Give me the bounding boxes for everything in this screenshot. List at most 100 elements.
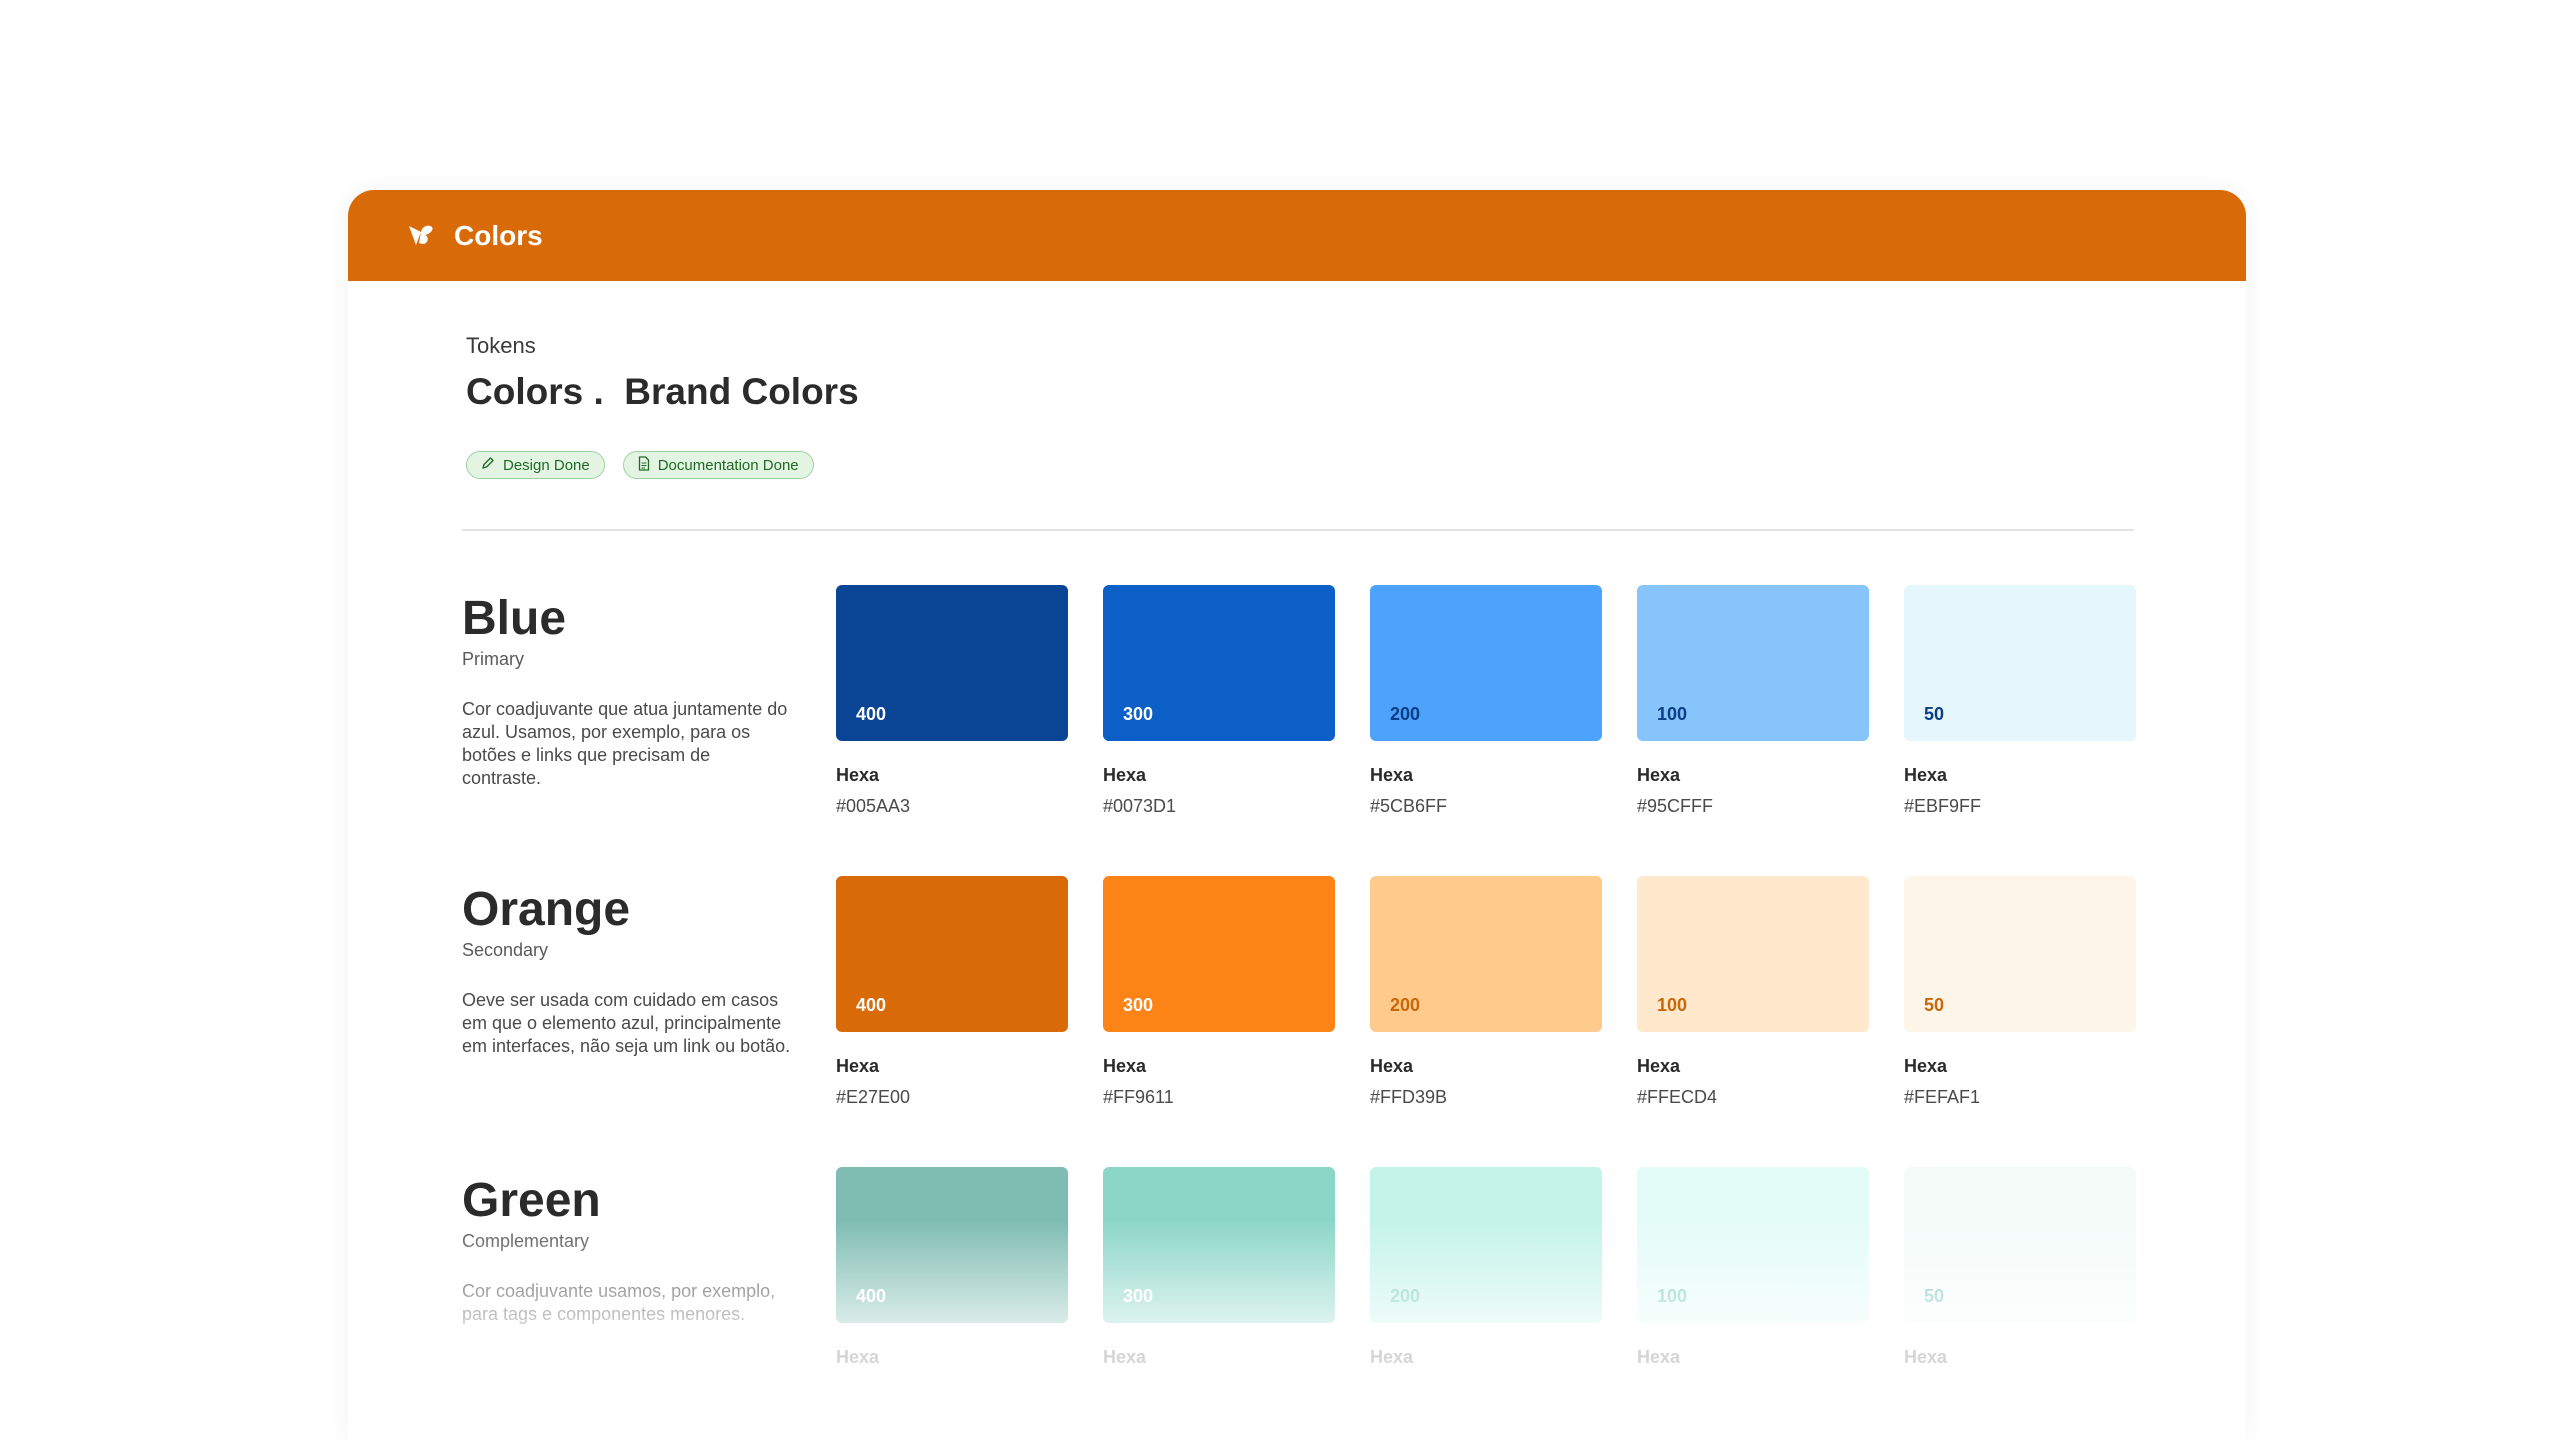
hexa-label: Hexa — [1637, 1347, 1681, 1367]
color-chip[interactable]: 100 — [1637, 876, 1869, 1032]
shade-label: 400 — [856, 704, 887, 724]
color-group-role: Complementary — [462, 1231, 590, 1251]
status-badge-label: Documentation Done — [657, 456, 799, 474]
status-badge-documentation: Documentation Done — [622, 451, 814, 479]
page-content: Tokens Colors . Brand Colors Design Done — [348, 281, 2246, 1440]
hexa-label: Hexa — [1904, 1347, 1948, 1367]
hex-value[interactable]: #FEFAF1 — [1904, 1087, 2136, 1108]
color-chip[interactable]: 400 — [836, 585, 1068, 741]
color-chip[interactable]: 200 — [1370, 585, 1602, 741]
hex-value[interactable]: #FFD39B — [1370, 1087, 1602, 1108]
hexa-label: Hexa — [1370, 1056, 1414, 1076]
color-swatch[interactable]: 100 Hexa #FFECD4 — [1637, 876, 1869, 1108]
shade-label: 100 — [1657, 1286, 1688, 1306]
breadcrumb[interactable]: Tokens — [466, 333, 536, 359]
color-chip[interactable]: 300 — [1103, 1167, 1335, 1323]
hex-value[interactable]: #FF9611 — [1103, 1087, 1335, 1108]
color-chip[interactable]: 50 — [1904, 585, 2136, 741]
color-group-info: Green Complementary Cor coadjuvante usam… — [462, 1167, 792, 1326]
hexa-label: Hexa — [1103, 765, 1147, 785]
color-chip[interactable]: 400 — [836, 876, 1068, 1032]
hex-value[interactable]: #0073D1 — [1103, 796, 1335, 817]
color-chip[interactable]: 100 — [1637, 585, 1869, 741]
status-badge-design: Design Done — [466, 451, 605, 479]
hexa-label: Hexa — [1370, 765, 1414, 785]
shade-label: 200 — [1390, 1286, 1421, 1306]
shade-label: 100 — [1657, 995, 1688, 1015]
color-chip[interactable]: 200 — [1370, 1167, 1602, 1323]
hexa-label: Hexa — [1904, 1056, 1948, 1076]
color-group-description: Cor coadjuvante usamos, por exemplo, par… — [462, 1281, 776, 1324]
page-title: Colors . Brand Colors — [466, 371, 859, 412]
color-chip[interactable]: 300 — [1103, 585, 1335, 741]
hexa-label: Hexa — [1904, 765, 1948, 785]
color-swatch[interactable]: 400 Hexa — [836, 1167, 1068, 1368]
hex-value[interactable]: #FFECD4 — [1637, 1087, 1869, 1108]
color-swatch[interactable]: 300 Hexa #FF9611 — [1103, 876, 1335, 1108]
color-swatch[interactable]: 50 Hexa — [1904, 1167, 2136, 1368]
color-swatch[interactable]: 200 Hexa #FFD39B — [1370, 876, 1602, 1108]
color-group-description: Oeve ser usada com cuidado em casos em q… — [462, 990, 791, 1056]
color-group-green: Green Complementary Cor coadjuvante usam… — [462, 1167, 2136, 1417]
color-swatch[interactable]: 50 Hexa #EBF9FF — [1904, 585, 2136, 817]
color-group-name: Blue — [462, 592, 567, 645]
shade-label: 50 — [1924, 1286, 1945, 1306]
color-chip[interactable]: 200 — [1370, 876, 1602, 1032]
hexa-label: Hexa — [1370, 1347, 1414, 1367]
color-group-description: Cor coadjuvante que atua juntamente do a… — [462, 699, 788, 788]
pencil-icon — [481, 456, 495, 474]
color-swatch[interactable]: 50 Hexa #FEFAF1 — [1904, 876, 2136, 1108]
color-swatch[interactable]: 400 Hexa #E27E00 — [836, 876, 1068, 1108]
color-chip[interactable]: 50 — [1904, 1167, 2136, 1323]
shade-label: 300 — [1123, 1286, 1154, 1306]
color-chip[interactable]: 300 — [1103, 876, 1335, 1032]
color-group-blue: Blue Primary Cor coadjuvante que atua ju… — [462, 585, 2136, 835]
color-swatch[interactable]: 300 Hexa #0073D1 — [1103, 585, 1335, 817]
hexa-label: Hexa — [1637, 1056, 1681, 1076]
color-swatch[interactable]: 100 Hexa — [1637, 1167, 1869, 1368]
brand-logo-icon — [406, 221, 436, 251]
color-swatch[interactable]: 200 Hexa #5CB6FF — [1370, 585, 1602, 817]
hex-value[interactable]: #EBF9FF — [1904, 796, 2136, 817]
hexa-label: Hexa — [836, 1347, 880, 1367]
color-swatch[interactable]: 300 Hexa — [1103, 1167, 1335, 1368]
color-group-info: Blue Primary Cor coadjuvante que atua ju… — [462, 585, 792, 790]
colors-doc-frame: Colors Tokens Colors . Brand Colors Desi… — [348, 190, 2246, 1440]
header-title: Colors — [454, 219, 543, 251]
document-icon — [638, 455, 650, 475]
shade-label: 50 — [1924, 995, 1945, 1015]
shade-label: 300 — [1123, 995, 1154, 1015]
hexa-label: Hexa — [1103, 1347, 1147, 1367]
shade-label: 200 — [1390, 995, 1421, 1015]
status-badges: Design Done Documentation Done — [466, 451, 814, 479]
color-swatch[interactable]: 400 Hexa #005AA3 — [836, 585, 1068, 817]
color-group-name: Green — [462, 1174, 601, 1227]
divider — [462, 529, 2134, 531]
shade-label: 400 — [856, 995, 887, 1015]
color-swatch[interactable]: 100 Hexa #95CFFF — [1637, 585, 1869, 817]
hexa-label: Hexa — [1637, 765, 1681, 785]
color-group-orange: Orange Secondary Oeve ser usada com cuid… — [462, 876, 2136, 1126]
hex-value[interactable]: #005AA3 — [836, 796, 1068, 817]
color-group-name: Orange — [462, 883, 631, 936]
status-badge-label: Design Done — [503, 456, 590, 474]
shade-label: 400 — [856, 1286, 887, 1306]
color-chip[interactable]: 100 — [1637, 1167, 1869, 1323]
color-group-role: Secondary — [462, 940, 549, 960]
hexa-label: Hexa — [836, 1056, 880, 1076]
hex-value[interactable]: #95CFFF — [1637, 796, 1869, 817]
color-chip[interactable]: 400 — [836, 1167, 1068, 1323]
page-header: Colors — [348, 190, 2246, 281]
hexa-label: Hexa — [1103, 1056, 1147, 1076]
shade-label: 50 — [1924, 704, 1945, 724]
color-group-role: Primary — [462, 649, 524, 669]
hex-value[interactable]: #E27E00 — [836, 1087, 1068, 1108]
shade-label: 300 — [1123, 704, 1154, 724]
hex-value[interactable]: #5CB6FF — [1370, 796, 1602, 817]
hexa-label: Hexa — [836, 765, 880, 785]
color-chip[interactable]: 50 — [1904, 876, 2136, 1032]
color-swatch[interactable]: 200 Hexa — [1370, 1167, 1602, 1368]
color-group-info: Orange Secondary Oeve ser usada com cuid… — [462, 876, 792, 1058]
shade-label: 100 — [1657, 704, 1688, 724]
shade-label: 200 — [1390, 704, 1421, 724]
